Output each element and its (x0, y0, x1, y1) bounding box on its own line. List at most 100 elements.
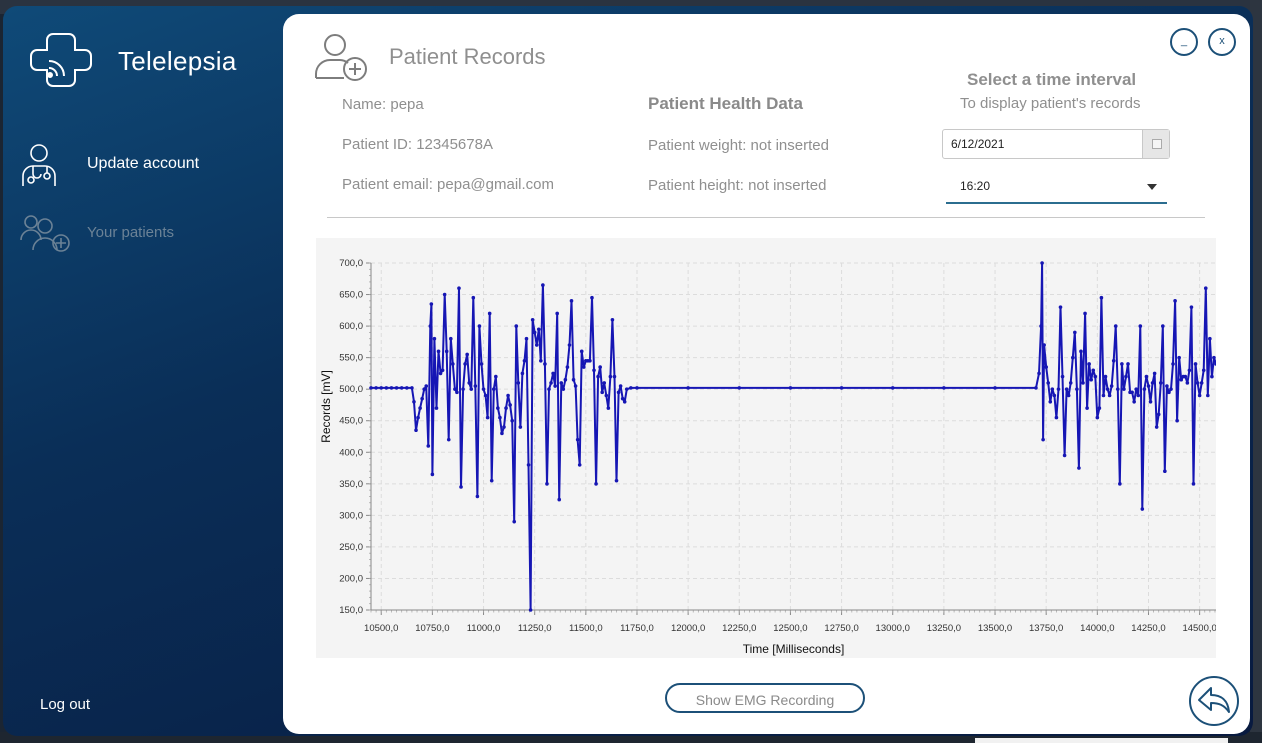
data-point (448, 336, 453, 341)
data-point (1099, 295, 1104, 300)
back-button[interactable] (1189, 676, 1239, 726)
data-point (1066, 393, 1071, 398)
data-point (1148, 400, 1153, 404)
data-point (520, 371, 525, 376)
data-point (487, 311, 492, 316)
data-point (399, 386, 404, 390)
data-point (1203, 286, 1208, 291)
data-point (1199, 381, 1204, 385)
x-tick-label: 11250,0 (518, 623, 552, 634)
data-point (1107, 393, 1112, 398)
data-point (429, 302, 434, 306)
x-tick-label: 12250,0 (722, 623, 756, 634)
data-point (686, 386, 690, 390)
close-button[interactable]: x (1208, 28, 1236, 56)
data-point (622, 400, 627, 404)
time-interval-subtitle: To display patient's records (960, 95, 1141, 112)
logout-link[interactable]: Log out (40, 696, 90, 713)
data-point (379, 386, 384, 390)
data-point (1044, 365, 1048, 369)
y-tick-label: 700,0 (339, 258, 363, 269)
data-point (414, 428, 418, 432)
data-point (1079, 349, 1083, 354)
data-point (420, 396, 424, 401)
y-tick-label: 550,0 (339, 353, 363, 364)
data-point (451, 362, 455, 366)
data-point (1187, 368, 1192, 373)
data-point (571, 377, 576, 382)
data-point (1089, 377, 1093, 382)
data-point (534, 343, 539, 347)
data-point (1054, 415, 1059, 420)
data-point (496, 406, 500, 410)
data-point (547, 387, 551, 391)
data-point (993, 386, 997, 390)
data-point (1165, 384, 1169, 388)
patient-weight: Patient weight: not inserted (648, 137, 829, 154)
data-point (1115, 387, 1120, 391)
data-point (616, 390, 621, 395)
data-point (1101, 393, 1106, 398)
data-point (410, 386, 414, 390)
data-point (1138, 324, 1143, 328)
data-point (512, 519, 517, 524)
data-point (620, 396, 625, 401)
date-picker[interactable]: 6/12/2021 (942, 129, 1170, 159)
data-point (581, 365, 586, 369)
data-point (500, 431, 504, 436)
data-point (1158, 381, 1163, 385)
data-point (1087, 362, 1091, 366)
data-point (481, 387, 486, 391)
time-dropdown[interactable]: 16:20 (946, 172, 1167, 204)
data-point (635, 386, 639, 390)
data-point (1167, 390, 1171, 395)
data-point (1163, 469, 1167, 473)
data-point (453, 387, 457, 391)
data-point (528, 608, 533, 612)
add-user-icon (313, 32, 369, 82)
data-point (577, 463, 582, 467)
data-point (1118, 482, 1122, 486)
data-point (594, 482, 598, 486)
data-point (475, 494, 480, 499)
data-point (1041, 437, 1045, 442)
divider (327, 217, 1205, 218)
doctor-icon (17, 142, 65, 188)
data-point (536, 327, 541, 332)
app-title: Telelepsia (118, 46, 237, 76)
data-point (1152, 371, 1157, 376)
data-point (1040, 261, 1044, 265)
data-point (624, 387, 629, 391)
data-point (1189, 305, 1194, 309)
x-tick-label: 12500,0 (773, 623, 807, 634)
y-tick-label: 300,0 (339, 510, 363, 521)
data-point (455, 390, 459, 395)
sidebar-item-update-account[interactable]: Update account (17, 142, 287, 188)
minimize-button[interactable]: _ (1170, 28, 1198, 56)
sidebar-item-your-patients[interactable]: Your patients (17, 210, 287, 256)
data-point (1132, 400, 1136, 404)
x-tick-label: 13250,0 (927, 623, 961, 634)
sidebar-item-label: Your patients (87, 224, 175, 241)
data-point (442, 292, 447, 297)
y-tick-label: 400,0 (339, 447, 363, 458)
data-point (384, 386, 389, 390)
data-point (1171, 362, 1175, 366)
data-point (1073, 330, 1077, 335)
data-point (557, 497, 562, 502)
data-point (394, 386, 399, 390)
patient-name: Name: pepa (342, 96, 424, 113)
show-emg-recording-button[interactable]: Show EMG Recording (665, 683, 865, 713)
x-tick-label: 10750,0 (415, 623, 449, 634)
data-point (567, 343, 572, 347)
calendar-button[interactable] (1142, 130, 1169, 158)
data-point (1150, 381, 1155, 385)
data-point (590, 295, 594, 300)
data-point (1191, 482, 1196, 486)
x-tick-label: 12750,0 (824, 623, 858, 634)
data-point (438, 371, 443, 376)
data-point (459, 485, 463, 489)
data-point (463, 362, 467, 366)
time-value: 16:20 (960, 179, 991, 193)
data-point (1042, 343, 1046, 347)
